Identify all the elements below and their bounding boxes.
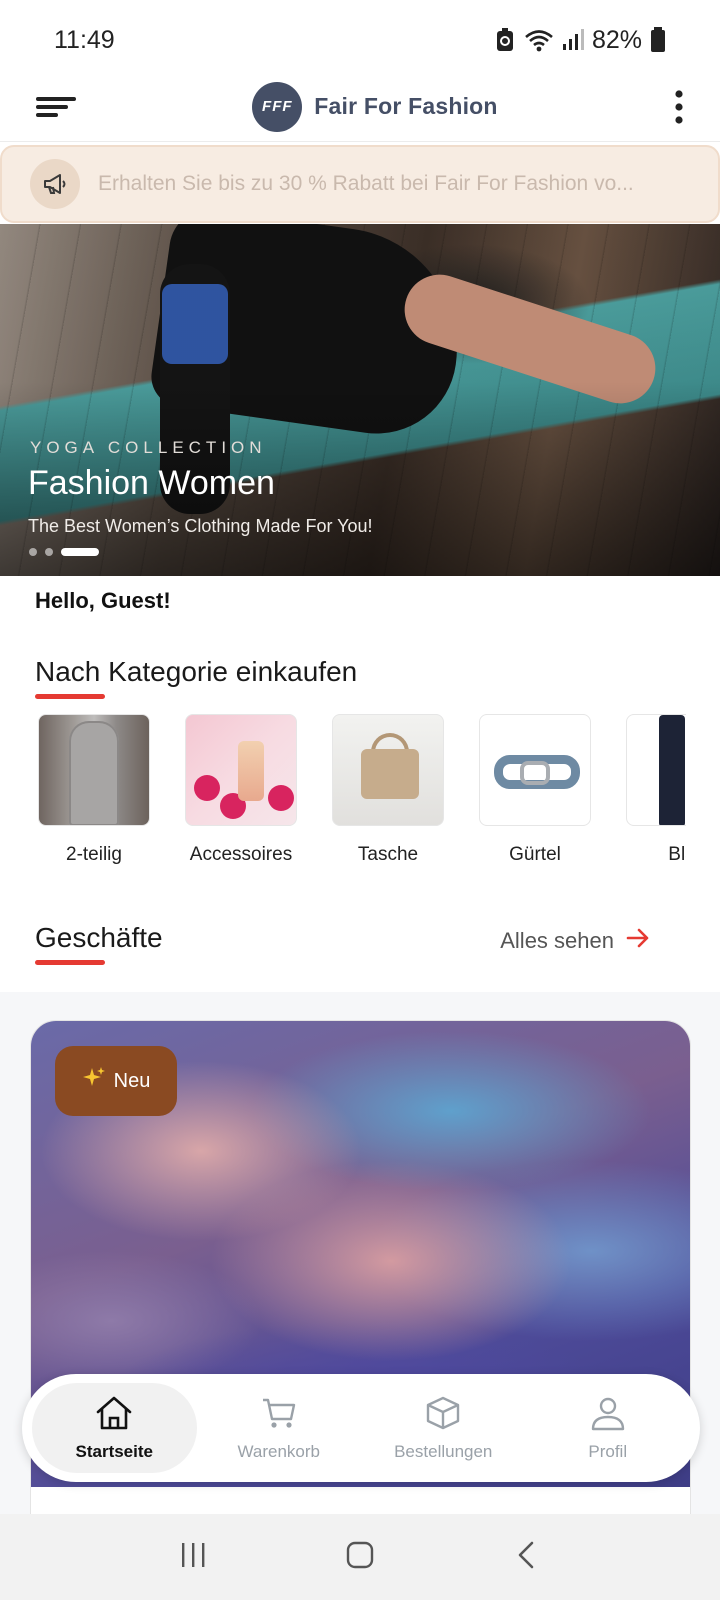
new-badge: Neu — [55, 1046, 177, 1116]
arrow-right-icon — [626, 928, 650, 954]
category-item-guertel[interactable]: Gürtel — [479, 714, 591, 874]
nav-item-warenkorb[interactable]: Warenkorb — [197, 1383, 362, 1473]
home-button-icon[interactable] — [345, 1540, 375, 1575]
category-image — [38, 714, 150, 826]
category-label: 2-teilig — [66, 844, 122, 865]
app-bar: FFF Fair For Fashion — [0, 72, 720, 142]
category-image — [332, 714, 444, 826]
shops-title: Geschäfte — [35, 922, 163, 953]
see-all-label: Alles sehen — [500, 928, 614, 953]
carousel-dot[interactable] — [29, 548, 37, 556]
category-label: Accessoires — [189, 844, 293, 865]
carousel-indicator — [29, 548, 99, 556]
category-label: Tasche — [357, 844, 419, 865]
category-label: Bla — [668, 844, 686, 865]
brand-logo: FFF — [252, 81, 303, 132]
back-icon[interactable] — [512, 1540, 542, 1575]
battery-icon — [650, 27, 666, 53]
hero-banner[interactable]: YOGA COLLECTION Fashion Women The Best W… — [0, 224, 720, 576]
nav-label: Profil — [588, 1441, 628, 1461]
wifi-icon — [524, 28, 554, 52]
megaphone-icon — [30, 159, 80, 209]
status-icons: 82% — [494, 26, 666, 55]
new-badge-label: Neu — [113, 1069, 151, 1092]
cart-icon — [260, 1395, 298, 1436]
hero-eyebrow: YOGA COLLECTION — [30, 438, 267, 457]
status-bar: 11:49 82% — [0, 0, 720, 80]
categories-title: Nach Kategorie einkaufen — [35, 656, 358, 687]
nav-item-profil[interactable]: Profil — [526, 1383, 691, 1473]
system-navigation-bar — [0, 1514, 720, 1600]
nav-label: Bestellungen — [394, 1441, 493, 1461]
sparkle-icon — [82, 1066, 106, 1096]
category-item-tasche[interactable]: Tasche — [332, 714, 444, 874]
nav-label: Warenkorb — [237, 1441, 320, 1461]
carousel-dot[interactable] — [45, 548, 53, 556]
carousel-dot-active[interactable] — [61, 548, 99, 556]
battery-saver-icon — [494, 27, 516, 53]
hero-subtitle: The Best Women’s Clothing Made For You! — [28, 516, 373, 536]
promo-banner[interactable]: Erhalten Sie bis zu 30 % Rabatt bei Fair… — [0, 145, 720, 223]
category-item-2-teilig[interactable]: 2-teilig — [38, 714, 150, 874]
home-icon — [95, 1395, 133, 1436]
user-icon — [589, 1395, 627, 1436]
brand[interactable]: FFF Fair For Fashion — [252, 81, 498, 132]
category-list: 2-teilig Accessoires Tasche Gürtel Bla — [38, 714, 686, 874]
see-all-link[interactable]: Alles sehen — [500, 928, 650, 954]
category-item-accessoires[interactable]: Accessoires — [185, 714, 297, 874]
menu-icon[interactable] — [36, 95, 76, 119]
brand-name: Fair For Fashion — [314, 93, 498, 119]
battery-percent: 82% — [591, 25, 642, 54]
signal-icon — [562, 29, 584, 51]
nav-label: Startseite — [75, 1441, 153, 1461]
category-label: Gürtel — [509, 844, 561, 865]
category-item-blazer[interactable]: Bla — [626, 714, 686, 874]
nav-item-startseite[interactable]: Startseite — [32, 1383, 197, 1473]
nav-item-bestellungen[interactable]: Bestellungen — [361, 1383, 526, 1473]
more-vertical-icon[interactable] — [674, 89, 684, 124]
categories-title-underline — [35, 694, 105, 699]
hero-title: Fashion Women — [28, 464, 275, 502]
shops-title-underline — [35, 960, 105, 965]
box-icon — [424, 1395, 462, 1436]
category-image — [185, 714, 297, 826]
greeting: Hello, Guest! — [35, 588, 171, 613]
recent-apps-icon[interactable] — [178, 1540, 208, 1575]
bottom-navigation: Startseite Warenkorb Bestellungen Profil — [22, 1374, 700, 1482]
promo-text: Erhalten Sie bis zu 30 % Rabatt bei Fair… — [98, 172, 634, 195]
category-image — [479, 714, 591, 826]
status-time: 11:49 — [54, 25, 115, 54]
category-image — [626, 714, 686, 826]
